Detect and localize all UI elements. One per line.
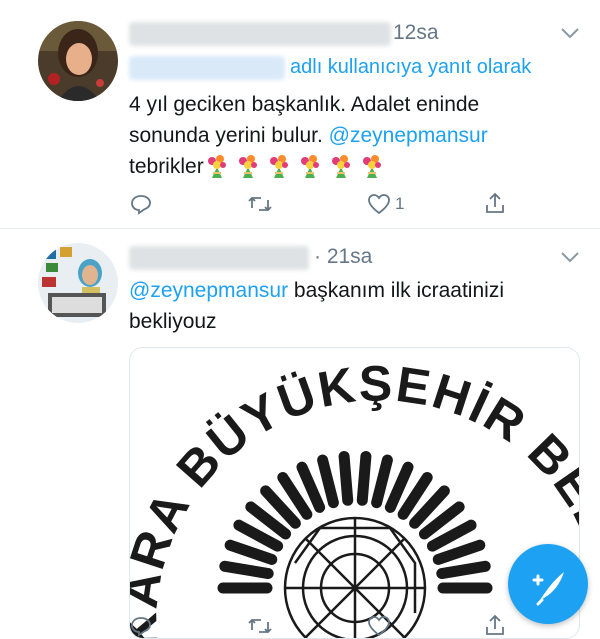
bouquet-emoji-icon: [300, 155, 319, 178]
bouquet-emoji-icon: [362, 155, 381, 178]
retweet-button[interactable]: [247, 193, 273, 215]
share-icon: [486, 192, 504, 213]
bouquet-emoji-icon: [269, 155, 288, 178]
tweet-text-fragment: sonunda yerini bulur.: [129, 124, 323, 147]
blurred-username[interactable]: [129, 22, 391, 46]
like-icon: [368, 194, 390, 215]
tweet-time[interactable]: · 21sa: [314, 245, 372, 269]
share-button[interactable]: [484, 613, 506, 637]
reply-icon: [131, 617, 151, 637]
reply-button[interactable]: [130, 193, 152, 215]
logo-ray: [436, 560, 491, 580]
tweet-1[interactable]: 12sa adlı kullanıcıya yanıt olarak 4 yıl…: [0, 0, 600, 228]
avatar-image: [38, 21, 118, 101]
bouquet-emoji-icon: [238, 155, 257, 178]
like-icon: [368, 616, 390, 637]
reply-context: adlı kullanıcıya yanıt olarak: [290, 56, 531, 79]
avatar-image: [38, 243, 118, 323]
tweet-text-line-3: tebrikler: [129, 153, 390, 179]
tweet-text-line-1: @zeynepmansur başkanım ilk icraatinizi: [129, 279, 504, 303]
reply-icon: [131, 195, 151, 215]
compose-tweet-button[interactable]: [508, 544, 588, 624]
share-button[interactable]: [484, 191, 506, 215]
tweet-text-fragment: tebrikler: [129, 155, 204, 178]
bouquet-emoji-icon: [207, 155, 226, 178]
tweet-text-line-2: bekliyouz: [129, 310, 217, 333]
bouquet-emoji-icon: [331, 155, 350, 178]
logo-ray: [219, 560, 274, 580]
mention-link[interactable]: @zeynepmansur: [329, 124, 488, 147]
retweet-icon: [248, 196, 272, 212]
logo-ray: [371, 454, 393, 509]
avatar[interactable]: [38, 21, 118, 101]
logo-ray: [356, 450, 372, 506]
retweet-icon: [248, 618, 272, 634]
tweet-text-line-1: 4 yıl geciken başkanlık. Adalet eninde: [129, 93, 480, 116]
chevron-down-icon[interactable]: [560, 250, 580, 269]
tweet-text-fragment: başkanım ilk icraatinizi: [293, 279, 504, 302]
share-icon: [486, 614, 504, 635]
blurred-username[interactable]: [129, 246, 309, 270]
blurred-reply-handle[interactable]: [129, 56, 285, 80]
mention-link[interactable]: @zeynepmansur: [129, 279, 288, 302]
reply-button[interactable]: [130, 615, 152, 637]
like-count: 1: [395, 194, 405, 213]
tweet-time[interactable]: 12sa: [393, 21, 439, 45]
retweet-button[interactable]: [247, 615, 273, 637]
tweet-text-line-2: sonunda yerini bulur. @zeynepmansur: [129, 124, 488, 148]
like-button[interactable]: 1: [367, 193, 404, 215]
compose-tweet-icon: [532, 572, 564, 606]
like-button[interactable]: [367, 615, 391, 637]
logo-ray: [432, 539, 486, 565]
logo-ray: [224, 539, 278, 565]
chevron-down-icon[interactable]: [560, 26, 580, 45]
logo-ray: [338, 450, 354, 506]
logo-ray: [317, 454, 339, 509]
avatar[interactable]: [38, 243, 118, 323]
reply-context-label: adlı kullanıcıya yanıt olarak: [290, 56, 532, 78]
